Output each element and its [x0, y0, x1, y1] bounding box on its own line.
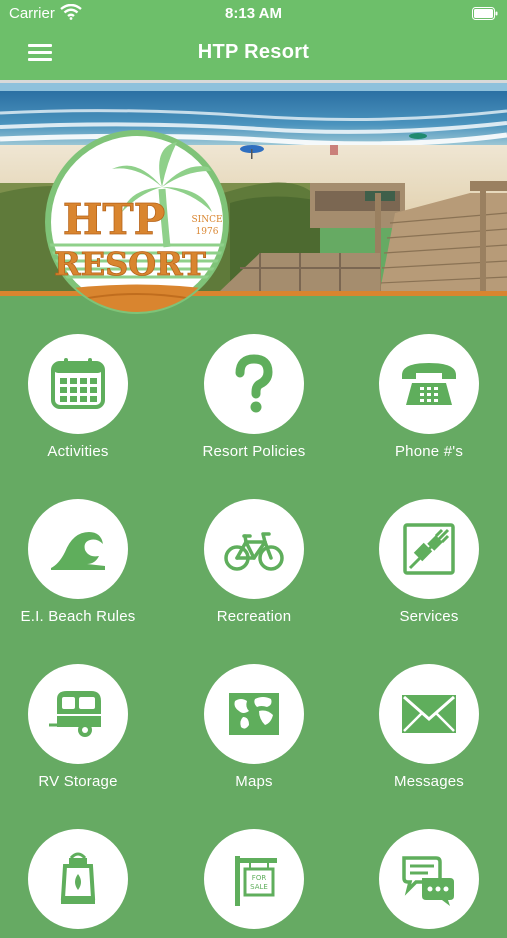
logo-resort-text: RESORT [54, 245, 206, 283]
tile-label: E.I. Beach Rules [20, 608, 136, 625]
tile-messages[interactable]: Messages [344, 664, 507, 790]
tile-label: Recreation [216, 608, 292, 625]
tile-services[interactable]: Services [344, 499, 507, 625]
tile-activities[interactable]: Activities [0, 334, 163, 460]
camper-trailer-icon [49, 691, 101, 737]
tile-resort-policies[interactable]: Resort Policies [169, 334, 339, 460]
tile-circle [28, 829, 128, 929]
for-sale-sign-icon: FOR SALE [235, 856, 277, 906]
tile-circle [379, 664, 479, 764]
tile-label: Activities [47, 443, 109, 460]
htp-resort-logo: HTP RESORT SINCE 1976 [45, 130, 229, 314]
tile-chat[interactable] [344, 829, 507, 938]
nav-bar: HTP Resort [0, 28, 507, 80]
clock: 8:13 AM [225, 5, 282, 22]
tile-lantern[interactable] [0, 829, 163, 938]
battery-icon [472, 7, 498, 20]
tile-circle: FOR SALE [204, 829, 304, 929]
tile-label: Phone #'s [394, 443, 464, 460]
tile-circle [28, 499, 128, 599]
wave-icon [51, 532, 105, 570]
logo-year-text: 1976 [196, 227, 219, 237]
chat-bubbles-icon [402, 856, 454, 906]
tile-beach-rules[interactable]: E.I. Beach Rules [0, 499, 163, 625]
bicycle-icon [224, 532, 284, 571]
tile-label: Resort Policies [202, 443, 306, 460]
tile-circle [379, 334, 479, 434]
tile-circle [204, 334, 304, 434]
tile-maps[interactable]: Maps [169, 664, 339, 790]
tile-rv-storage[interactable]: RV Storage [0, 664, 163, 790]
plug-icon [403, 523, 455, 575]
tile-label: Services [399, 608, 459, 625]
tile-circle [379, 499, 479, 599]
page-title: HTP Resort [197, 41, 310, 63]
tile-circle [28, 334, 128, 434]
sign-text-for: FOR [252, 874, 267, 882]
tile-recreation[interactable]: Recreation [169, 499, 339, 625]
map-icon [229, 693, 279, 735]
envelope-icon [402, 695, 456, 733]
tile-label: RV Storage [38, 773, 118, 790]
tile-circle [204, 499, 304, 599]
tile-circle [379, 829, 479, 929]
status-bar: Carrier 8:13 AM [0, 0, 507, 28]
tile-circle [204, 664, 304, 764]
logo-htp-text: HTP [63, 195, 166, 244]
telephone-icon [402, 363, 456, 405]
sign-text-sale: SALE [250, 883, 268, 891]
tile-circle [28, 664, 128, 764]
logo-since-text: SINCE [191, 215, 222, 225]
tile-label: Maps [235, 773, 273, 790]
calendar-icon [51, 358, 105, 409]
tile-for-sale[interactable]: FOR SALE [169, 829, 339, 938]
tile-label: Messages [394, 773, 464, 790]
question-mark-icon [235, 354, 273, 413]
lantern-icon [60, 852, 96, 904]
tile-phone-numbers[interactable]: Phone #'s [344, 334, 507, 460]
